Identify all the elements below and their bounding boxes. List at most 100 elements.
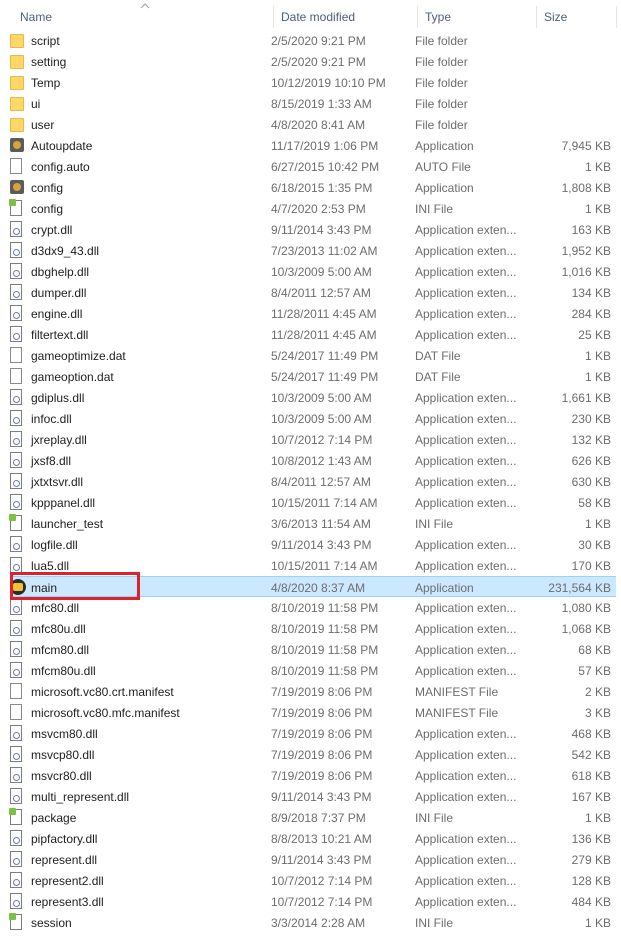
file-size: 3 KB: [584, 706, 611, 720]
file-name: dumper.dll: [31, 286, 87, 300]
file-date-modified: 10/8/2012 1:43 AM: [271, 454, 372, 468]
file-row[interactable]: crypt.dll 9/11/2014 3:43 PM Application ex…: [10, 219, 616, 240]
file-row[interactable]: jxtxtsvr.dll 8/4/2011 12:57 AM Application…: [10, 471, 616, 492]
column-divider[interactable]: [616, 6, 617, 28]
file-name: microsoft.vc80.mfc.manifest: [31, 706, 180, 720]
file-row[interactable]: msvcm80.dll 7/19/2019 8:06 PM Application …: [10, 723, 616, 744]
file-row[interactable]: gameoption.dat 5/24/2017 11:49 PM DAT File…: [10, 366, 616, 387]
highlight-annotation: [10, 572, 140, 600]
dll-icon: [10, 767, 22, 783]
column-divider[interactable]: [417, 6, 418, 28]
dll-icon: [10, 284, 22, 300]
file-row[interactable]: dbghelp.dll 10/3/2009 5:00 AM Application …: [10, 261, 616, 282]
file-date-modified: 8/10/2019 11:58 PM: [271, 643, 379, 657]
column-header-type[interactable]: Type: [425, 10, 451, 24]
file-row[interactable]: Temp 10/12/2019 10:10 PM File folder: [10, 72, 616, 93]
dll-icon: [10, 473, 22, 489]
file-row[interactable]: config.auto 6/27/2015 10:42 PM AUTO File 1 …: [10, 156, 616, 177]
dll-icon: [10, 452, 22, 468]
file-type: Application exten...: [415, 538, 517, 552]
file-date-modified: 10/15/2011 7:14 AM: [271, 496, 378, 510]
file-row[interactable]: gdiplus.dll 10/3/2009 5:00 AM Application …: [10, 387, 616, 408]
column-divider[interactable]: [273, 6, 274, 28]
file-row[interactable]: microsoft.vc80.mfc.manifest 7/19/2019 8:0…: [10, 702, 616, 723]
file-date-modified: 7/19/2019 8:06 PM: [271, 727, 373, 741]
file-row[interactable]: script 2/5/2020 9:21 PM File folder: [10, 30, 616, 51]
file-name: represent3.dll: [31, 895, 104, 909]
file-date-modified: 2/5/2020 9:21 PM: [271, 55, 366, 69]
file-name: gameoptimize.dat: [31, 349, 126, 363]
file-row[interactable]: kpppanel.dll 10/15/2011 7:14 AM Applicatio…: [10, 492, 616, 513]
file-row[interactable]: dumper.dll 8/4/2011 12:57 AM Application e…: [10, 282, 616, 303]
file-row[interactable]: msvcr80.dll 7/19/2019 8:06 PM Application …: [10, 765, 616, 786]
file-row[interactable]: mfc80.dll 8/10/2019 11:58 PM Application e…: [10, 597, 616, 618]
dll-icon: [10, 725, 22, 741]
file-name: mfc80.dll: [31, 601, 80, 615]
file-size: 1 KB: [584, 160, 611, 174]
column-header-date[interactable]: Date modified: [281, 10, 355, 24]
dll-icon: [10, 851, 22, 867]
file-name: Autoupdate: [31, 139, 93, 153]
file-row[interactable]: jxsf8.dll 10/8/2012 1:43 AM Application ex…: [10, 450, 616, 471]
file-row[interactable]: session 3/3/2014 2:28 AM INI File 1 KB: [9, 912, 616, 933]
file-type: File folder: [415, 97, 468, 111]
file-row[interactable]: user 4/8/2020 8:41 AM File folder: [10, 114, 616, 135]
file-name: setting: [31, 55, 67, 69]
file-type: Application exten...: [415, 622, 517, 636]
file-row[interactable]: infoc.dll 10/3/2009 5:00 AM Application ex…: [10, 408, 616, 429]
file-type: MANIFEST File: [415, 706, 499, 720]
file-size: 167 KB: [571, 790, 611, 804]
file-date-modified: 8/8/2013 10:21 AM: [271, 832, 372, 846]
file-row[interactable]: logfile.dll 9/11/2014 3:43 PM Application …: [10, 534, 616, 555]
column-divider[interactable]: [536, 6, 537, 28]
file-date-modified: 10/12/2019 10:10 PM: [271, 76, 386, 90]
file-row[interactable]: jxreplay.dll 10/7/2012 7:14 PM Application…: [10, 429, 616, 450]
ini-icon: [9, 514, 22, 531]
dll-icon: [10, 305, 22, 321]
file-row[interactable]: config 4/7/2020 2:53 PM INI File 1 KB: [9, 198, 616, 219]
file-row[interactable]: launcher_test 3/6/2013 11:54 AM INI File 1 …: [9, 513, 616, 534]
file-row[interactable]: engine.dll 11/28/2011 4:45 AM Application …: [10, 303, 616, 324]
dll-icon: [10, 494, 22, 510]
file-row[interactable]: mfcm80.dll 8/10/2019 11:58 PM Application …: [10, 639, 616, 660]
file-date-modified: 10/3/2009 5:00 AM: [271, 412, 372, 426]
file-row[interactable]: gameoptimize.dat 5/24/2017 11:49 PM DAT Fi…: [10, 345, 616, 366]
dll-icon: [10, 788, 22, 804]
file-row[interactable]: microsoft.vc80.crt.manifest 7/19/2019 8:0…: [10, 681, 616, 702]
file-row[interactable]: multi_represent.dll 9/11/2014 3:43 PM Appl…: [10, 786, 616, 807]
file-row[interactable]: represent.dll 9/11/2014 3:43 PM Applicatio…: [10, 849, 616, 870]
file-name: launcher_test: [31, 517, 104, 531]
file-row[interactable]: msvcp80.dll 7/19/2019 8:06 PM Application …: [10, 744, 616, 765]
file-name: mfcm80.dll: [31, 643, 90, 657]
column-header-size[interactable]: Size: [544, 10, 567, 24]
file-row[interactable]: pipfactory.dll 8/8/2013 10:21 AM Applicati…: [10, 828, 616, 849]
file-row[interactable]: setting 2/5/2020 9:21 PM File folder: [10, 51, 616, 72]
file-name: config: [31, 181, 64, 195]
file-row[interactable]: mfcm80u.dll 8/10/2019 11:58 PM Application…: [10, 660, 616, 681]
file-type: AUTO File: [415, 160, 471, 174]
file-row[interactable]: d3dx9_43.dll 7/23/2013 11:02 AM Applicatio…: [10, 240, 616, 261]
file-date-modified: 8/15/2019 1:33 AM: [271, 97, 372, 111]
file-row[interactable]: filtertext.dll 11/28/2011 4:45 AM Applicat…: [10, 324, 616, 345]
file-row[interactable]: mfc80u.dll 8/10/2019 11:58 PM Application …: [10, 618, 616, 639]
file-row[interactable]: Autoupdate 11/17/2019 1:06 PM Application 7…: [10, 135, 616, 156]
file-row[interactable]: ui 8/15/2019 1:33 AM File folder: [10, 93, 616, 114]
file-name: package: [31, 811, 77, 825]
file-type: DAT File: [415, 370, 461, 384]
file-row[interactable]: config 6/18/2015 1:35 PM Application 1,808 …: [10, 177, 616, 198]
file-type: Application exten...: [415, 454, 517, 468]
file-size: 136 KB: [571, 832, 611, 846]
file-row[interactable]: represent3.dll 10/7/2012 7:14 PM Applicati…: [10, 891, 616, 912]
file-row[interactable]: represent2.dll 10/7/2012 7:14 PM Applicati…: [10, 870, 616, 891]
file-date-modified: 5/24/2017 11:49 PM: [271, 370, 379, 384]
file-name: d3dx9_43.dll: [31, 244, 100, 258]
column-header-name[interactable]: Name: [20, 10, 52, 24]
file-type: Application: [415, 581, 474, 595]
file-size: 1,016 KB: [561, 265, 611, 279]
file-size: 1,661 KB: [561, 391, 611, 405]
file-row[interactable]: package 8/9/2018 7:37 PM INI File 1 KB: [9, 807, 616, 828]
file-date-modified: 6/18/2015 1:35 PM: [271, 181, 373, 195]
file-type: File folder: [415, 55, 468, 69]
file-size: 1,808 KB: [561, 181, 611, 195]
file-type: Application exten...: [415, 895, 517, 909]
